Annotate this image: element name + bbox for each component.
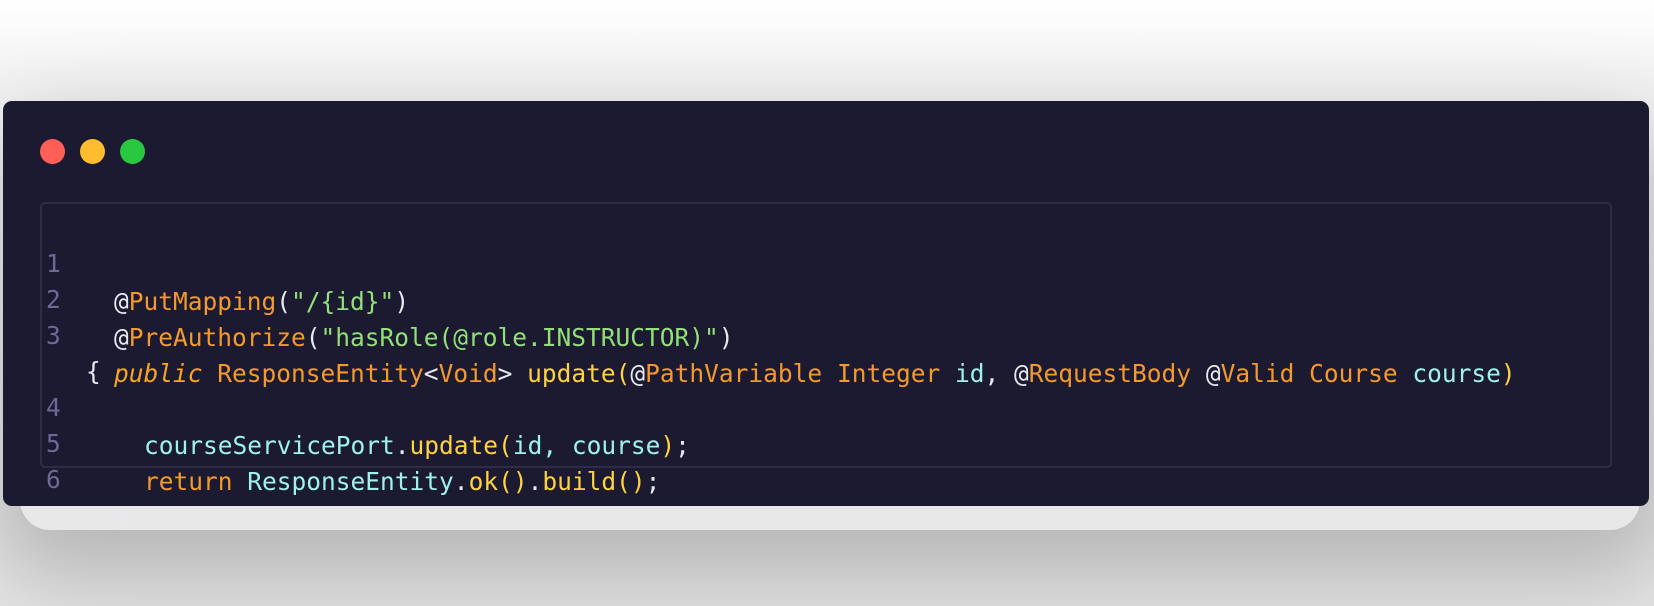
code-line-4: 4 courseServicePort.update(id, course); <box>42 351 690 460</box>
code-line-3-wrap: { <box>42 315 101 386</box>
window-controls <box>40 139 145 164</box>
code-line-2: 2 @PreAuthorize("hasRole(@role.INSTRUCTO… <box>42 243 734 352</box>
line-content: public ResponseEntity<Void> update(@Path… <box>114 359 1516 388</box>
line-content: @PutMapping("/{id}") <box>114 287 410 316</box>
line-content: courseServicePort.update(id, course); <box>144 431 690 460</box>
line-content: } <box>114 503 129 532</box>
code-editor[interactable]: 1 @PutMapping("/{id}") 2 @PreAuthorize("… <box>40 202 1612 532</box>
code-line-3: 3 public ResponseEntity<Void> update(@Pa… <box>42 279 1516 388</box>
close-dot-icon[interactable] <box>40 139 65 164</box>
line-content: @PreAuthorize("hasRole(@role.INSTRUCTOR)… <box>114 323 734 352</box>
code-line-5: 5 return ResponseEntity.ok().build(); <box>42 387 660 496</box>
line-number: 6 <box>46 465 61 494</box>
minimize-dot-icon[interactable] <box>80 139 105 164</box>
maximize-dot-icon[interactable] <box>120 139 145 164</box>
code-line-6: 6 } <box>42 423 129 532</box>
code-line-1: 1 @PutMapping("/{id}") <box>42 207 409 316</box>
line-content: return ResponseEntity.ok().build(); <box>144 467 661 496</box>
